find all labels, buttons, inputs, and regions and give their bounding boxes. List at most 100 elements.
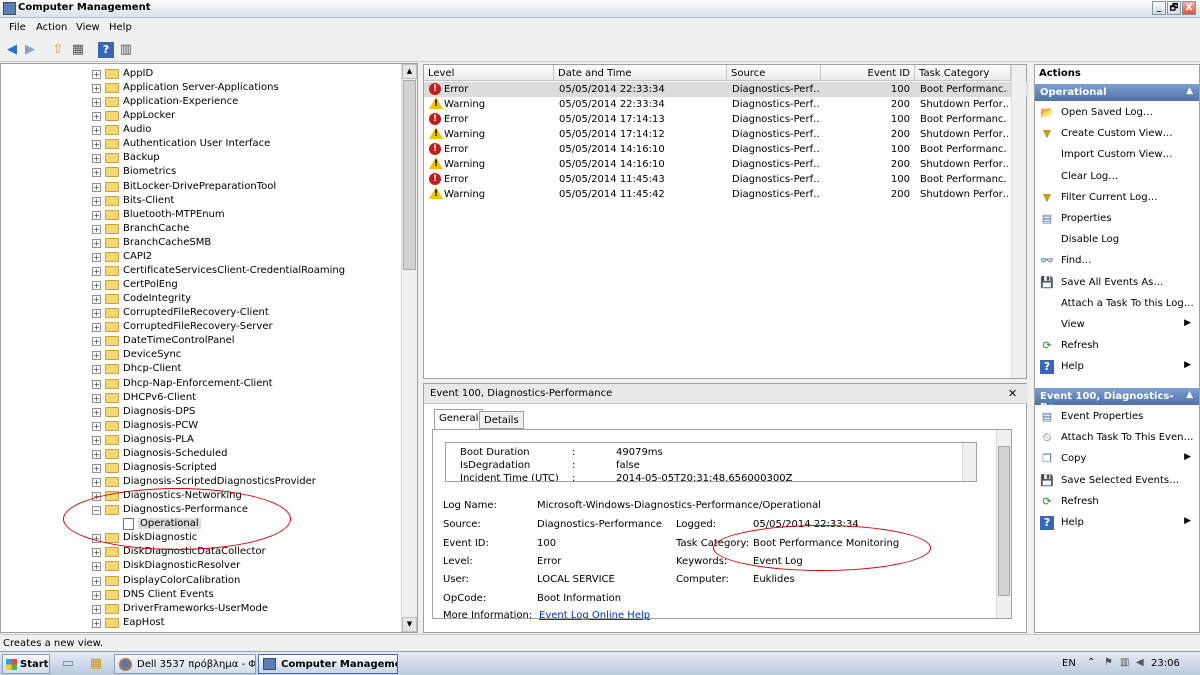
tree-item[interactable]: + Diagnosis-Scripted — [1, 461, 401, 475]
action-item[interactable]: ? Help ▶ — [1035, 357, 1199, 378]
action-item[interactable]: ▼ Filter Current Log… — [1035, 188, 1199, 209]
expand-icon[interactable]: + — [92, 295, 101, 305]
tree-item[interactable]: + Backup — [1, 151, 401, 165]
tree-item[interactable]: + AppLocker — [1, 109, 401, 123]
expand-icon[interactable]: + — [92, 590, 101, 600]
action-item[interactable]: Attach a Task To this Log… — [1035, 294, 1199, 315]
menu-view[interactable]: View — [76, 22, 100, 33]
tree-item[interactable]: + Dhcp-Client — [1, 362, 401, 376]
tree-item[interactable]: + Bits-Client — [1, 194, 401, 208]
tree-item[interactable]: + Diagnosis-ScriptedDiagnosticsProvider — [1, 475, 401, 489]
col-header-task-category[interactable]: Task Category — [915, 65, 1011, 81]
tree-scroll-thumb[interactable] — [403, 80, 416, 270]
tree-item[interactable]: + Authentication User Interface — [1, 137, 401, 151]
expand-icon[interactable]: + — [92, 576, 101, 586]
collapse-up-icon[interactable]: ▲ — [1186, 86, 1193, 96]
tree-scrollbar[interactable]: ▲ ▼ — [401, 64, 417, 632]
show-desktop-icon[interactable]: ▭ — [60, 656, 76, 672]
expand-icon[interactable]: + — [92, 168, 101, 178]
tree-item[interactable]: + Diagnosis-PCW — [1, 419, 401, 433]
expand-icon[interactable]: + — [92, 224, 101, 234]
tree-item[interactable]: + Application Server-Applications — [1, 81, 401, 95]
tree-item[interactable]: + CertPolEng — [1, 278, 401, 292]
tree-item[interactable]: + DateTimeControlPanel — [1, 334, 401, 348]
tray-expand-icon[interactable]: ⌃ — [1087, 657, 1095, 668]
table-row[interactable]: Warning 05/05/2014 11:45:42 Diagnostics-Pe… — [424, 187, 1028, 202]
tree-item[interactable]: + CorruptedFileRecovery-Client — [1, 306, 401, 320]
action-item[interactable]: ▤ Properties — [1035, 209, 1199, 230]
col-header-date[interactable]: Date and Time — [554, 65, 727, 81]
action-item[interactable]: 💾 Save All Events As… — [1035, 273, 1199, 294]
action-item[interactable]: ▤ Event Properties — [1035, 407, 1199, 428]
table-row[interactable]: ! Error 05/05/2014 14:16:10 Diagnostics-Per… — [424, 142, 1028, 157]
action-item[interactable]: Disable Log — [1035, 230, 1199, 251]
tree-item[interactable]: + DisplayColorCalibration — [1, 574, 401, 588]
expand-icon[interactable]: + — [92, 84, 101, 94]
table-row[interactable]: ! Error 05/05/2014 11:45:43 Diagnostics-Per… — [424, 172, 1028, 187]
table-row[interactable]: ! Error 05/05/2014 22:33:34 Diagnostics-Per… — [424, 82, 1028, 97]
expand-icon[interactable]: + — [92, 140, 101, 150]
tree-item[interactable]: + DHCPv6-Client — [1, 391, 401, 405]
col-header-level[interactable]: Level — [424, 65, 554, 81]
expand-icon[interactable]: + — [92, 252, 101, 262]
tree-item[interactable]: + DiskDiagnosticResolver — [1, 559, 401, 573]
grid-scrollbar[interactable] — [1011, 65, 1026, 378]
actions-group-operational[interactable]: Operational ▲ — [1035, 84, 1199, 101]
detail-close-icon[interactable]: ✕ — [1008, 387, 1017, 400]
expand-icon[interactable]: + — [92, 323, 101, 333]
expand-icon[interactable]: + — [92, 421, 101, 431]
expand-icon[interactable]: + — [92, 210, 101, 220]
minimize-button[interactable]: _ — [1152, 1, 1166, 15]
table-row[interactable]: Warning 05/05/2014 22:33:34 Diagnostics-Pe… — [424, 97, 1028, 112]
tree-item[interactable]: + DriverFrameworks-UserMode — [1, 602, 401, 616]
action-item[interactable]: ? Help ▶ — [1035, 513, 1199, 534]
tree-item[interactable]: + DiskDiagnostic — [1, 531, 401, 545]
expand-icon[interactable]: + — [92, 463, 101, 473]
expand-icon[interactable]: + — [92, 534, 101, 544]
tree-item[interactable]: − Diagnostics-Performance — [1, 503, 401, 517]
detail-scrollbar[interactable] — [996, 430, 1011, 618]
action-item[interactable]: ❐ Copy ▶ — [1035, 449, 1199, 470]
expand-icon[interactable]: + — [92, 126, 101, 136]
expand-icon[interactable]: + — [92, 309, 101, 319]
tree-item[interactable]: + CertificateServicesClient-CredentialRoa… — [1, 264, 401, 278]
expand-icon[interactable]: + — [92, 449, 101, 459]
table-row[interactable]: Warning 05/05/2014 17:14:12 Diagnostics-Pe… — [424, 127, 1028, 142]
action-item[interactable]: View ▶ — [1035, 315, 1199, 336]
action-item[interactable]: ⏲ Attach Task To This Even… — [1035, 428, 1199, 449]
action-item[interactable]: 👓 Find… — [1035, 251, 1199, 272]
detail-scroll-thumb[interactable] — [998, 446, 1010, 596]
tree-item[interactable]: Operational — [1, 517, 401, 531]
tree-item[interactable]: + CAPI2 — [1, 250, 401, 264]
expand-icon[interactable]: + — [92, 379, 101, 389]
action-item[interactable]: Clear Log… — [1035, 167, 1199, 188]
show-hide-tree-icon[interactable]: ▦ — [70, 42, 86, 58]
volume-icon[interactable]: ◀ — [1136, 657, 1144, 668]
menu-file[interactable]: File — [9, 22, 26, 33]
expand-icon[interactable]: + — [92, 351, 101, 361]
collapse-up-icon[interactable]: ▲ — [1186, 390, 1193, 400]
expand-icon[interactable]: + — [92, 281, 101, 291]
expand-icon[interactable]: + — [92, 492, 101, 502]
tree-item[interactable]: + DeviceSync — [1, 348, 401, 362]
action-item[interactable]: ▼ Create Custom View… — [1035, 124, 1199, 145]
expand-icon[interactable]: + — [92, 238, 101, 248]
expand-icon[interactable]: + — [92, 182, 101, 192]
tree-item[interactable]: + CorruptedFileRecovery-Server — [1, 320, 401, 334]
expand-icon[interactable]: + — [92, 478, 101, 488]
back-icon[interactable]: ◀ — [4, 42, 20, 58]
tree-item[interactable]: + AppID — [1, 67, 401, 81]
taskbar-firefox[interactable]: Dell 3537 πρόβλημα - Φο… — [114, 654, 256, 674]
expand-icon[interactable]: + — [92, 435, 101, 445]
col-header-source[interactable]: Source — [727, 65, 821, 81]
action-item[interactable]: ⟳ Refresh — [1035, 492, 1199, 513]
expand-icon[interactable]: + — [92, 393, 101, 403]
menu-help[interactable]: Help — [109, 22, 132, 33]
expand-icon[interactable]: + — [92, 365, 101, 375]
menu-action[interactable]: Action — [36, 22, 67, 33]
tree-item[interactable]: + DiskDiagnosticDataCollector — [1, 545, 401, 559]
action-center-flag-icon[interactable]: ⚑ — [1104, 657, 1113, 668]
expand-icon[interactable]: + — [92, 618, 101, 628]
expand-icon[interactable]: + — [92, 266, 101, 276]
language-indicator[interactable]: EN — [1062, 658, 1076, 669]
